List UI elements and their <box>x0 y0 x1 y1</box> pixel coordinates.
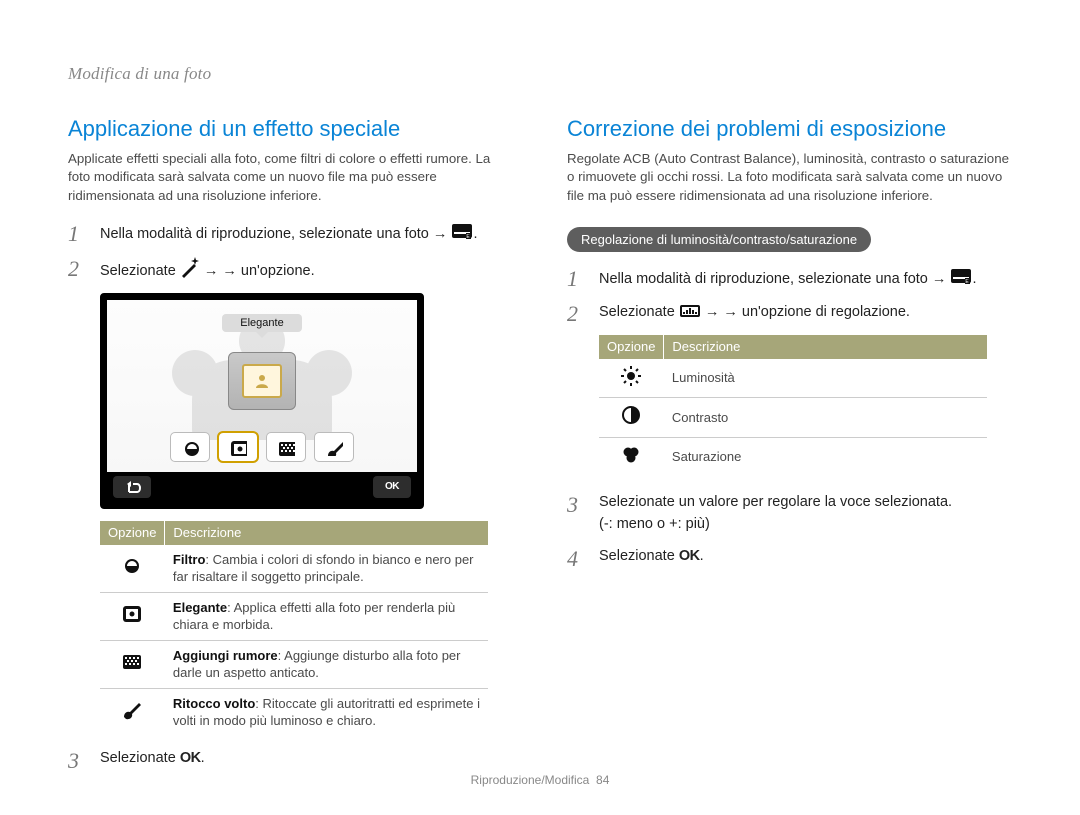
table-row: Ritocco volto: Ritoccate gli autoritratt… <box>100 688 488 736</box>
right-step-1: 1 Nella modalità di riproduzione, selezi… <box>567 266 1012 291</box>
table-header-description: Descrizione <box>664 335 987 359</box>
arrow-icon: → <box>705 304 720 320</box>
step-text: → un'opzione. <box>222 263 314 279</box>
step-number: 2 <box>567 301 585 325</box>
opt-title: Aggiungi rumore <box>173 648 278 663</box>
step-subtext: (-: meno o +: più) <box>599 516 710 532</box>
page-footer: Riproduzione/Modifica 84 <box>0 773 1080 787</box>
effect-name-bubble: Elegante <box>222 314 302 332</box>
screen-back-button[interactable] <box>113 476 151 498</box>
step-number: 3 <box>567 492 585 536</box>
right-step-2: 2 Selezionate → → un'opzione di regolazi… <box>567 301 1012 325</box>
table-row: Saturazione <box>599 437 987 476</box>
subsection-pill: Regolazione di luminosità/contrasto/satu… <box>567 227 871 252</box>
step-number: 1 <box>68 221 86 246</box>
tray-filter-button[interactable] <box>170 432 210 462</box>
elegant-icon <box>121 603 143 625</box>
left-column: Applicazione di un effetto speciale Appl… <box>68 116 513 782</box>
step-text: Selezionate <box>100 750 176 766</box>
right-step-3: 3 Selezionate un valore per regolare la … <box>567 492 1012 536</box>
table-row: Contrasto <box>599 398 987 438</box>
opt-desc: : Cambia i colori di sfondo in bianco e … <box>173 552 474 585</box>
left-options-table: Opzione Descrizione Filtro: Cambia i col… <box>100 521 488 736</box>
ok-label-icon: OK <box>180 750 201 766</box>
person-icon <box>251 370 273 392</box>
left-intro: Applicate effetti speciali alla foto, co… <box>68 150 513 205</box>
arrow-icon: → <box>204 263 219 279</box>
ok-label-icon: OK <box>679 548 700 564</box>
left-step-3: 3 Selezionate OK. <box>68 748 513 772</box>
wand-icon <box>180 256 200 278</box>
tray-noise-button[interactable] <box>266 432 306 462</box>
table-row: Filtro: Cambia i colori di sfondo in bia… <box>100 545 488 593</box>
camera-screen-preview: Elegante OK <box>100 293 424 509</box>
right-intro: Regolate ACB (Auto Contrast Balance), lu… <box>567 150 1012 205</box>
opt-title: Elegante <box>173 600 227 615</box>
opt-title: Filtro <box>173 552 206 567</box>
right-heading: Correzione dei problemi di esposizione <box>567 116 1012 142</box>
page-section-title: Modifica di una foto <box>68 64 211 84</box>
left-step-2: 2 Selezionate → → un'opzione. <box>68 256 513 283</box>
preview-thumbnail <box>228 352 296 410</box>
edit-card-icon <box>451 221 473 241</box>
step-number: 4 <box>567 546 585 570</box>
table-header-description: Descrizione <box>165 521 488 545</box>
step-text: Nella modalità di riproduzione, selezion… <box>100 226 447 242</box>
table-header-option: Opzione <box>599 335 664 359</box>
footer-page-number: 84 <box>596 773 609 787</box>
left-step-1: 1 Nella modalità di riproduzione, selezi… <box>68 221 513 246</box>
table-row: Luminosità <box>599 359 987 398</box>
saturation-icon <box>620 444 642 466</box>
step-number: 1 <box>567 266 585 291</box>
right-column: Correzione dei problemi di esposizione R… <box>567 116 1012 782</box>
opt-label: Contrasto <box>664 398 987 438</box>
step-number: 2 <box>68 256 86 283</box>
step-text: Selezionate <box>599 304 675 320</box>
opt-label: Saturazione <box>664 437 987 476</box>
contrast-icon <box>620 404 642 426</box>
step-text: Selezionate un valore per regolare la vo… <box>599 494 952 510</box>
filter-icon <box>121 555 143 577</box>
footer-section: Riproduzione/Modifica <box>471 773 590 787</box>
tray-elegant-button[interactable] <box>218 432 258 462</box>
edit-card-icon <box>950 266 972 286</box>
right-step-4: 4 Selezionate OK. <box>567 546 1012 570</box>
left-heading: Applicazione di un effetto speciale <box>68 116 513 142</box>
opt-title: Ritocco volto <box>173 696 255 711</box>
levels-icon <box>679 301 701 319</box>
screen-ok-button[interactable]: OK <box>373 476 411 498</box>
step-text: Selezionate <box>599 548 675 564</box>
table-row: Elegante: Applica effetti alla foto per … <box>100 592 488 640</box>
opt-label: Luminosità <box>664 359 987 398</box>
noise-icon <box>121 651 143 673</box>
tray-retouch-button[interactable] <box>314 432 354 462</box>
brightness-icon <box>620 365 642 387</box>
table-row: Aggiungi rumore: Aggiunge disturbo alla … <box>100 640 488 688</box>
step-text: → un'opzione di regolazione. <box>723 304 910 320</box>
step-text: Nella modalità di riproduzione, selezion… <box>599 271 946 287</box>
face-retouch-icon <box>121 699 143 721</box>
step-text: Selezionate <box>100 263 176 279</box>
right-options-table: Opzione Descrizione Luminosità Contrasto… <box>599 335 987 477</box>
table-header-option: Opzione <box>100 521 165 545</box>
step-number: 3 <box>68 748 86 772</box>
